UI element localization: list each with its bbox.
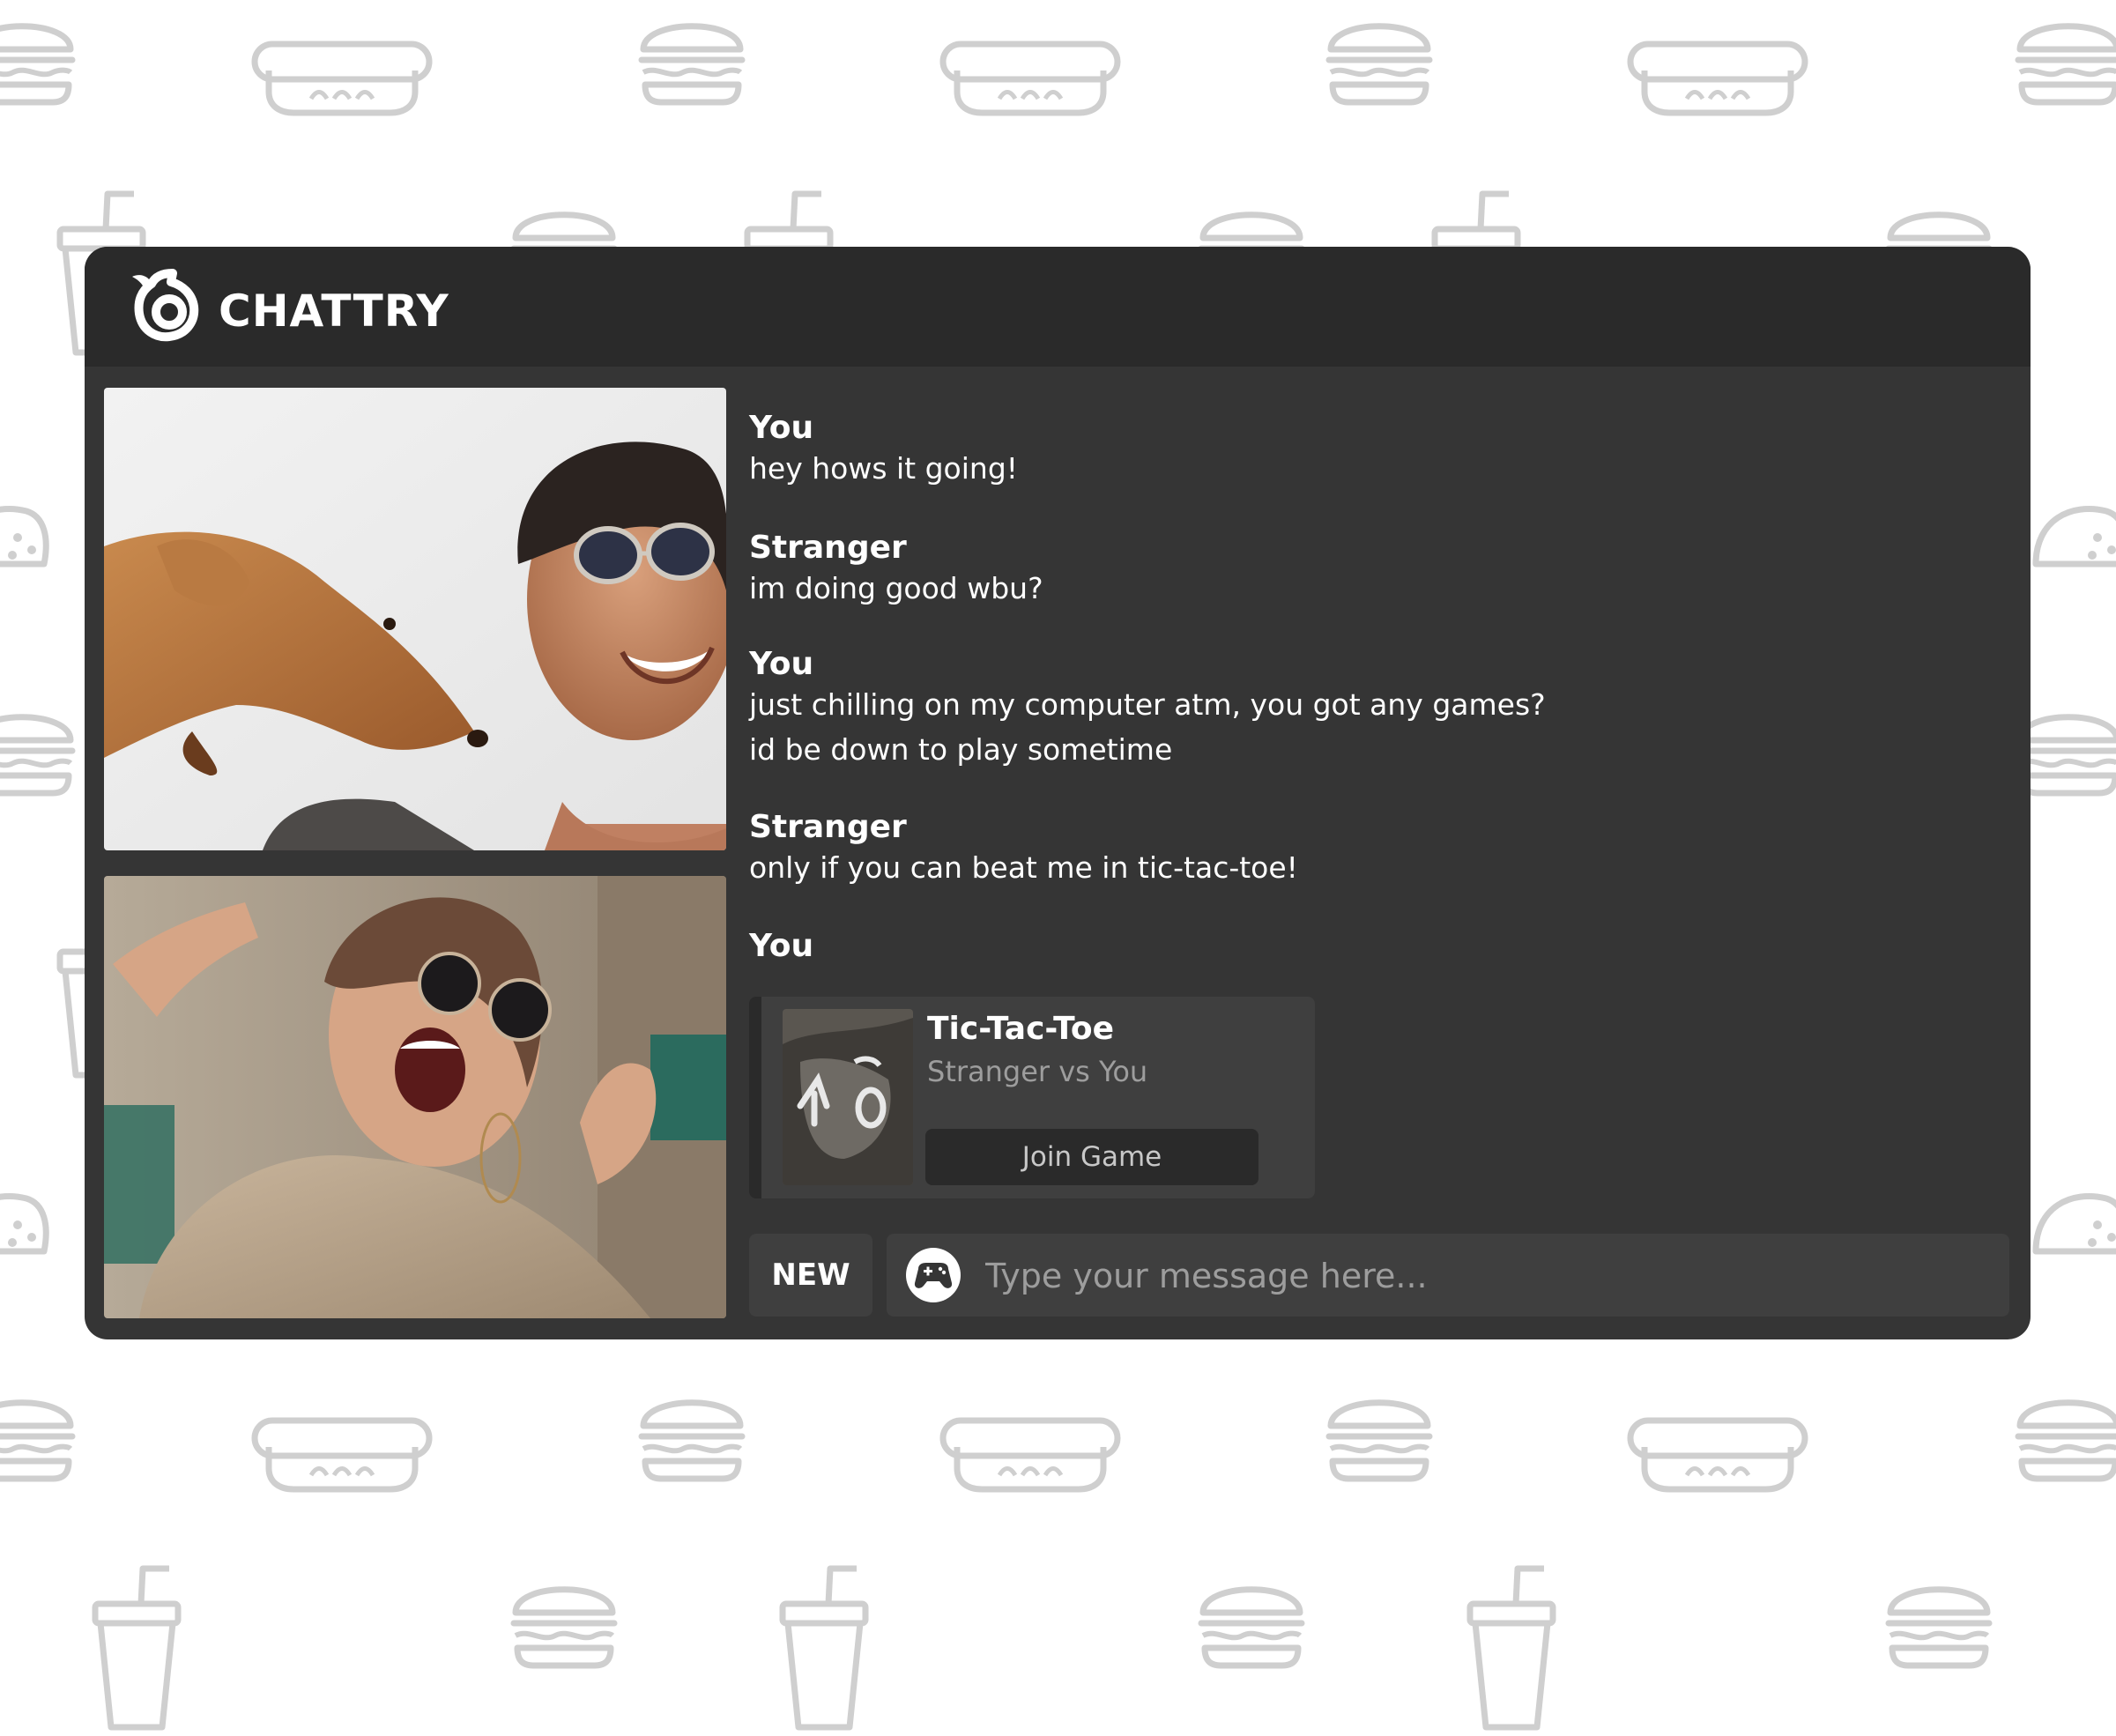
tic-tac-toe-thumbnail — [783, 1009, 913, 1185]
message-item: You hey hows it going! — [749, 410, 1018, 491]
taco-icon — [0, 493, 53, 573]
burger-icon — [0, 0, 79, 111]
app-header: CHATTRY — [85, 247, 2031, 367]
soda-cup-icon — [776, 1560, 872, 1736]
message-text: just chilling on my computer atm, you go… — [749, 687, 1546, 722]
burger-icon — [2011, 0, 2116, 111]
game-title: Tic-Tac-Toe — [927, 1011, 1115, 1047]
hotdog-icon — [249, 1406, 434, 1495]
message-input[interactable] — [984, 1246, 1992, 1306]
message-text: id be down to play sometime — [749, 732, 1173, 767]
flame-logo-icon — [120, 263, 208, 354]
message-sender: Stranger — [749, 530, 907, 566]
message-sender: You — [749, 928, 814, 964]
burger-icon — [1322, 1373, 1437, 1487]
message-sender: You — [749, 410, 814, 446]
taco-icon — [0, 1181, 53, 1260]
message-composer — [887, 1234, 2009, 1317]
soda-cup-icon — [1463, 1560, 1560, 1736]
message-item: You — [749, 928, 813, 964]
burger-icon — [1194, 1560, 1309, 1674]
hotdog-icon — [249, 30, 434, 118]
burger-icon — [635, 1373, 749, 1487]
message-item: You just chilling on my computer atm, yo… — [749, 646, 1546, 772]
message-sender: You — [749, 646, 814, 682]
message-text: hey hows it going! — [749, 451, 1019, 486]
burger-icon — [1322, 0, 1437, 111]
burger-icon — [1882, 1560, 1996, 1674]
self-video-tile — [104, 388, 726, 850]
gamepad-icon[interactable] — [906, 1248, 961, 1302]
hotdog-icon — [938, 1406, 1123, 1495]
message-item: Stranger im doing good wbu? — [749, 530, 1043, 611]
taco-icon — [2027, 493, 2116, 573]
join-game-button[interactable]: Join Game — [925, 1129, 1258, 1185]
message-text: im doing good wbu? — [749, 571, 1043, 605]
message-text: only if you can beat me in tic-tac-toe! — [749, 850, 1298, 885]
burger-icon — [635, 0, 749, 111]
burger-icon — [507, 1560, 621, 1674]
game-subtitle: Stranger vs You — [927, 1055, 1148, 1088]
new-chat-button[interactable]: NEW — [749, 1234, 872, 1317]
game-invite-card: Tic-Tac-Toe Stranger vs You Join Game — [749, 997, 1315, 1198]
burger-icon — [0, 687, 79, 802]
hotdog-icon — [1625, 1406, 1810, 1495]
taco-icon — [2027, 1181, 2116, 1260]
hotdog-icon — [1625, 30, 1810, 118]
message-item: Stranger only if you can beat me in tic-… — [749, 809, 1298, 890]
burger-icon — [0, 1373, 79, 1487]
stranger-video-tile — [104, 876, 726, 1318]
chat-window: CHATTRY You hey hows it going! Stranger … — [85, 247, 2031, 1339]
soda-cup-icon — [88, 1560, 185, 1736]
app-title: CHATTRY — [219, 286, 449, 337]
hotdog-icon — [938, 30, 1123, 118]
message-sender: Stranger — [749, 809, 907, 845]
burger-icon — [2011, 1373, 2116, 1487]
